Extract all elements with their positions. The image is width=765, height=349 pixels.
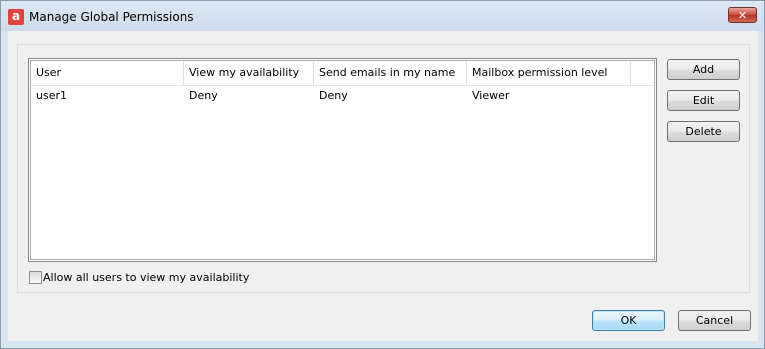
edit-button[interactable]: Edit: [667, 90, 740, 111]
ok-button[interactable]: OK: [592, 310, 665, 331]
allow-all-label[interactable]: Allow all users to view my availability: [43, 271, 249, 285]
cell-send-emails: Deny: [319, 89, 348, 102]
column-header-mailbox-permission[interactable]: Mailbox permission level: [467, 61, 631, 85]
table-row[interactable]: user1 Deny Deny Viewer: [31, 86, 654, 106]
column-header-send-emails[interactable]: Send emails in my name: [314, 61, 467, 85]
title-bar[interactable]: a Manage Global Permissions ✕: [1, 1, 764, 31]
add-button[interactable]: Add: [667, 59, 740, 80]
column-header-user[interactable]: User: [31, 61, 184, 85]
close-icon: ✕: [737, 9, 748, 22]
allow-all-checkbox[interactable]: [29, 271, 42, 284]
cancel-button[interactable]: Cancel: [678, 310, 751, 331]
close-button[interactable]: ✕: [728, 7, 757, 23]
permissions-list-inner: User View my availability Send emails in…: [30, 60, 655, 260]
cell-user: user1: [36, 89, 67, 102]
cell-mailbox-permission: Viewer: [472, 89, 510, 102]
dialog-window: a Manage Global Permissions ✕ User View …: [0, 0, 765, 349]
column-header-view-availability[interactable]: View my availability: [184, 61, 314, 85]
cell-view-availability: Deny: [189, 89, 218, 102]
app-logo-icon: a: [8, 9, 24, 25]
window-title: Manage Global Permissions: [29, 10, 194, 24]
permissions-list[interactable]: User View my availability Send emails in…: [28, 58, 657, 262]
list-header: User View my availability Send emails in…: [31, 61, 654, 86]
delete-button[interactable]: Delete: [667, 121, 740, 142]
